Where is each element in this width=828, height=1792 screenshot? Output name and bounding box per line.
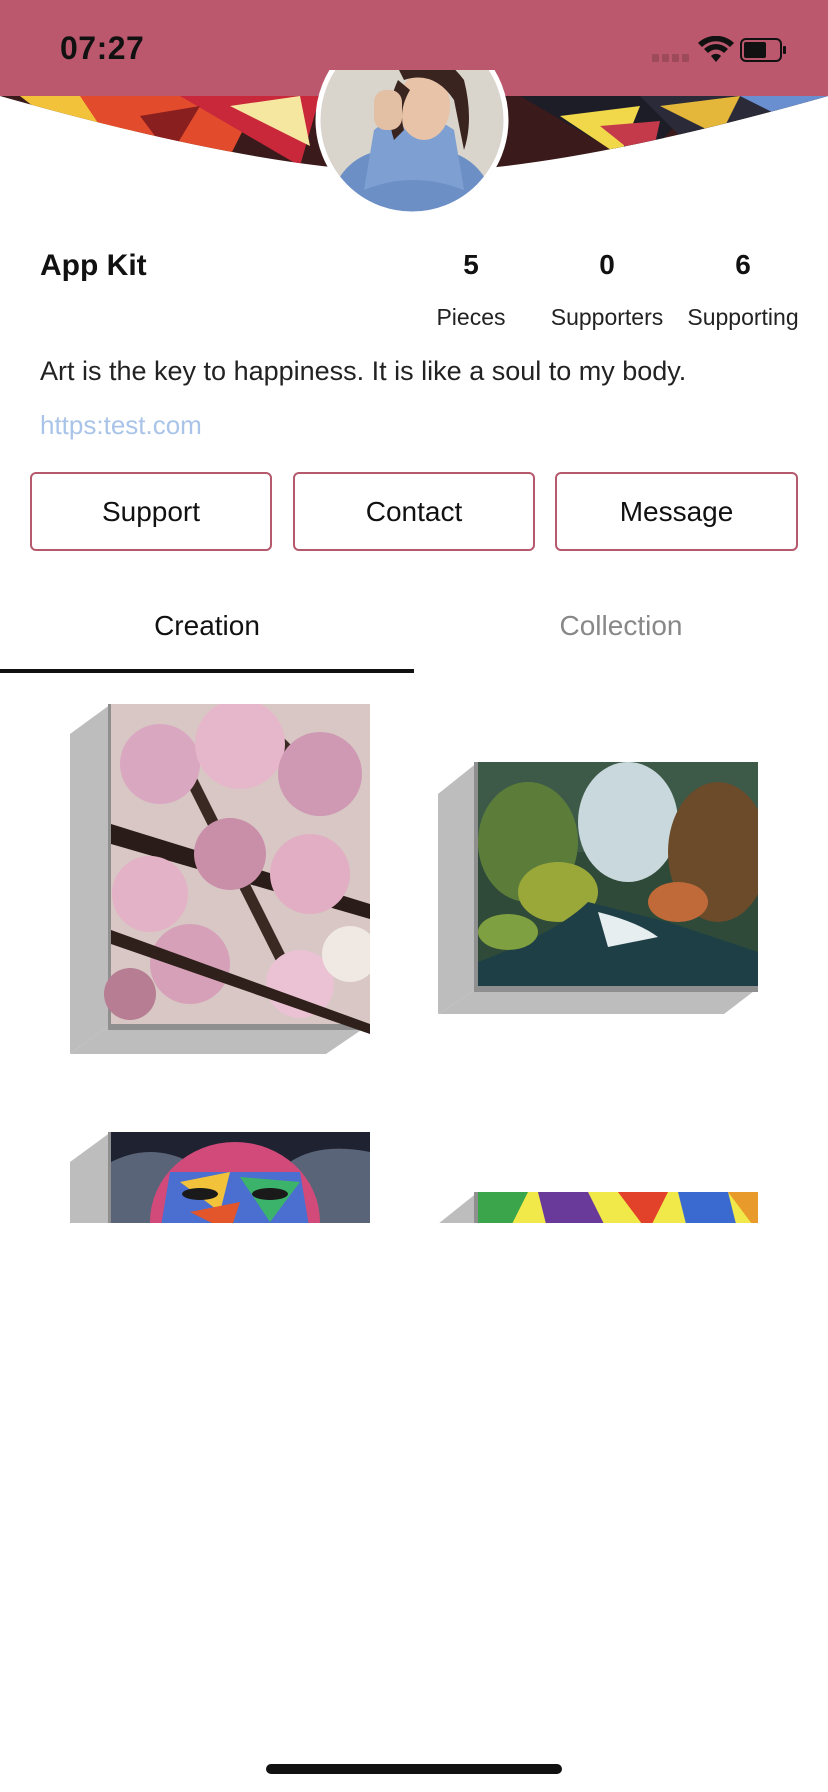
- battery-icon: [740, 38, 786, 62]
- stat-supporting-value[interactable]: 6: [683, 249, 803, 281]
- tab-collection[interactable]: Collection: [414, 610, 828, 642]
- artwork-card[interactable]: [438, 1192, 758, 1223]
- artwork-image-forest-stream: [478, 762, 758, 986]
- stat-supporters-value[interactable]: 0: [547, 249, 667, 281]
- artwork-card[interactable]: [70, 704, 370, 1054]
- avatar[interactable]: [314, 70, 510, 226]
- profile-name: App Kit: [40, 249, 147, 282]
- stat-pieces-label[interactable]: Pieces: [401, 304, 541, 331]
- status-time: 07:27: [60, 30, 145, 66]
- active-tab-indicator: [0, 669, 414, 673]
- contact-button[interactable]: Contact: [293, 472, 535, 551]
- message-button[interactable]: Message: [555, 472, 798, 551]
- tab-creation[interactable]: Creation: [0, 610, 414, 642]
- stat-pieces-value[interactable]: 5: [411, 249, 531, 281]
- wifi-icon: [698, 36, 734, 62]
- artwork-grid: [0, 690, 828, 1223]
- home-indicator[interactable]: [266, 1764, 562, 1774]
- artwork-card[interactable]: [438, 762, 758, 1014]
- artwork-card[interactable]: [70, 1132, 370, 1223]
- artwork-image-cherry-blossom: [104, 704, 370, 1034]
- signal-icon: [652, 52, 692, 62]
- profile-link[interactable]: https:test.com: [40, 410, 202, 441]
- stat-supporting-label[interactable]: Supporting: [673, 304, 813, 331]
- profile-bio: Art is the key to happiness. It is like …: [40, 356, 687, 386]
- support-button[interactable]: Support: [30, 472, 272, 551]
- stat-supporters-label[interactable]: Supporters: [537, 304, 677, 331]
